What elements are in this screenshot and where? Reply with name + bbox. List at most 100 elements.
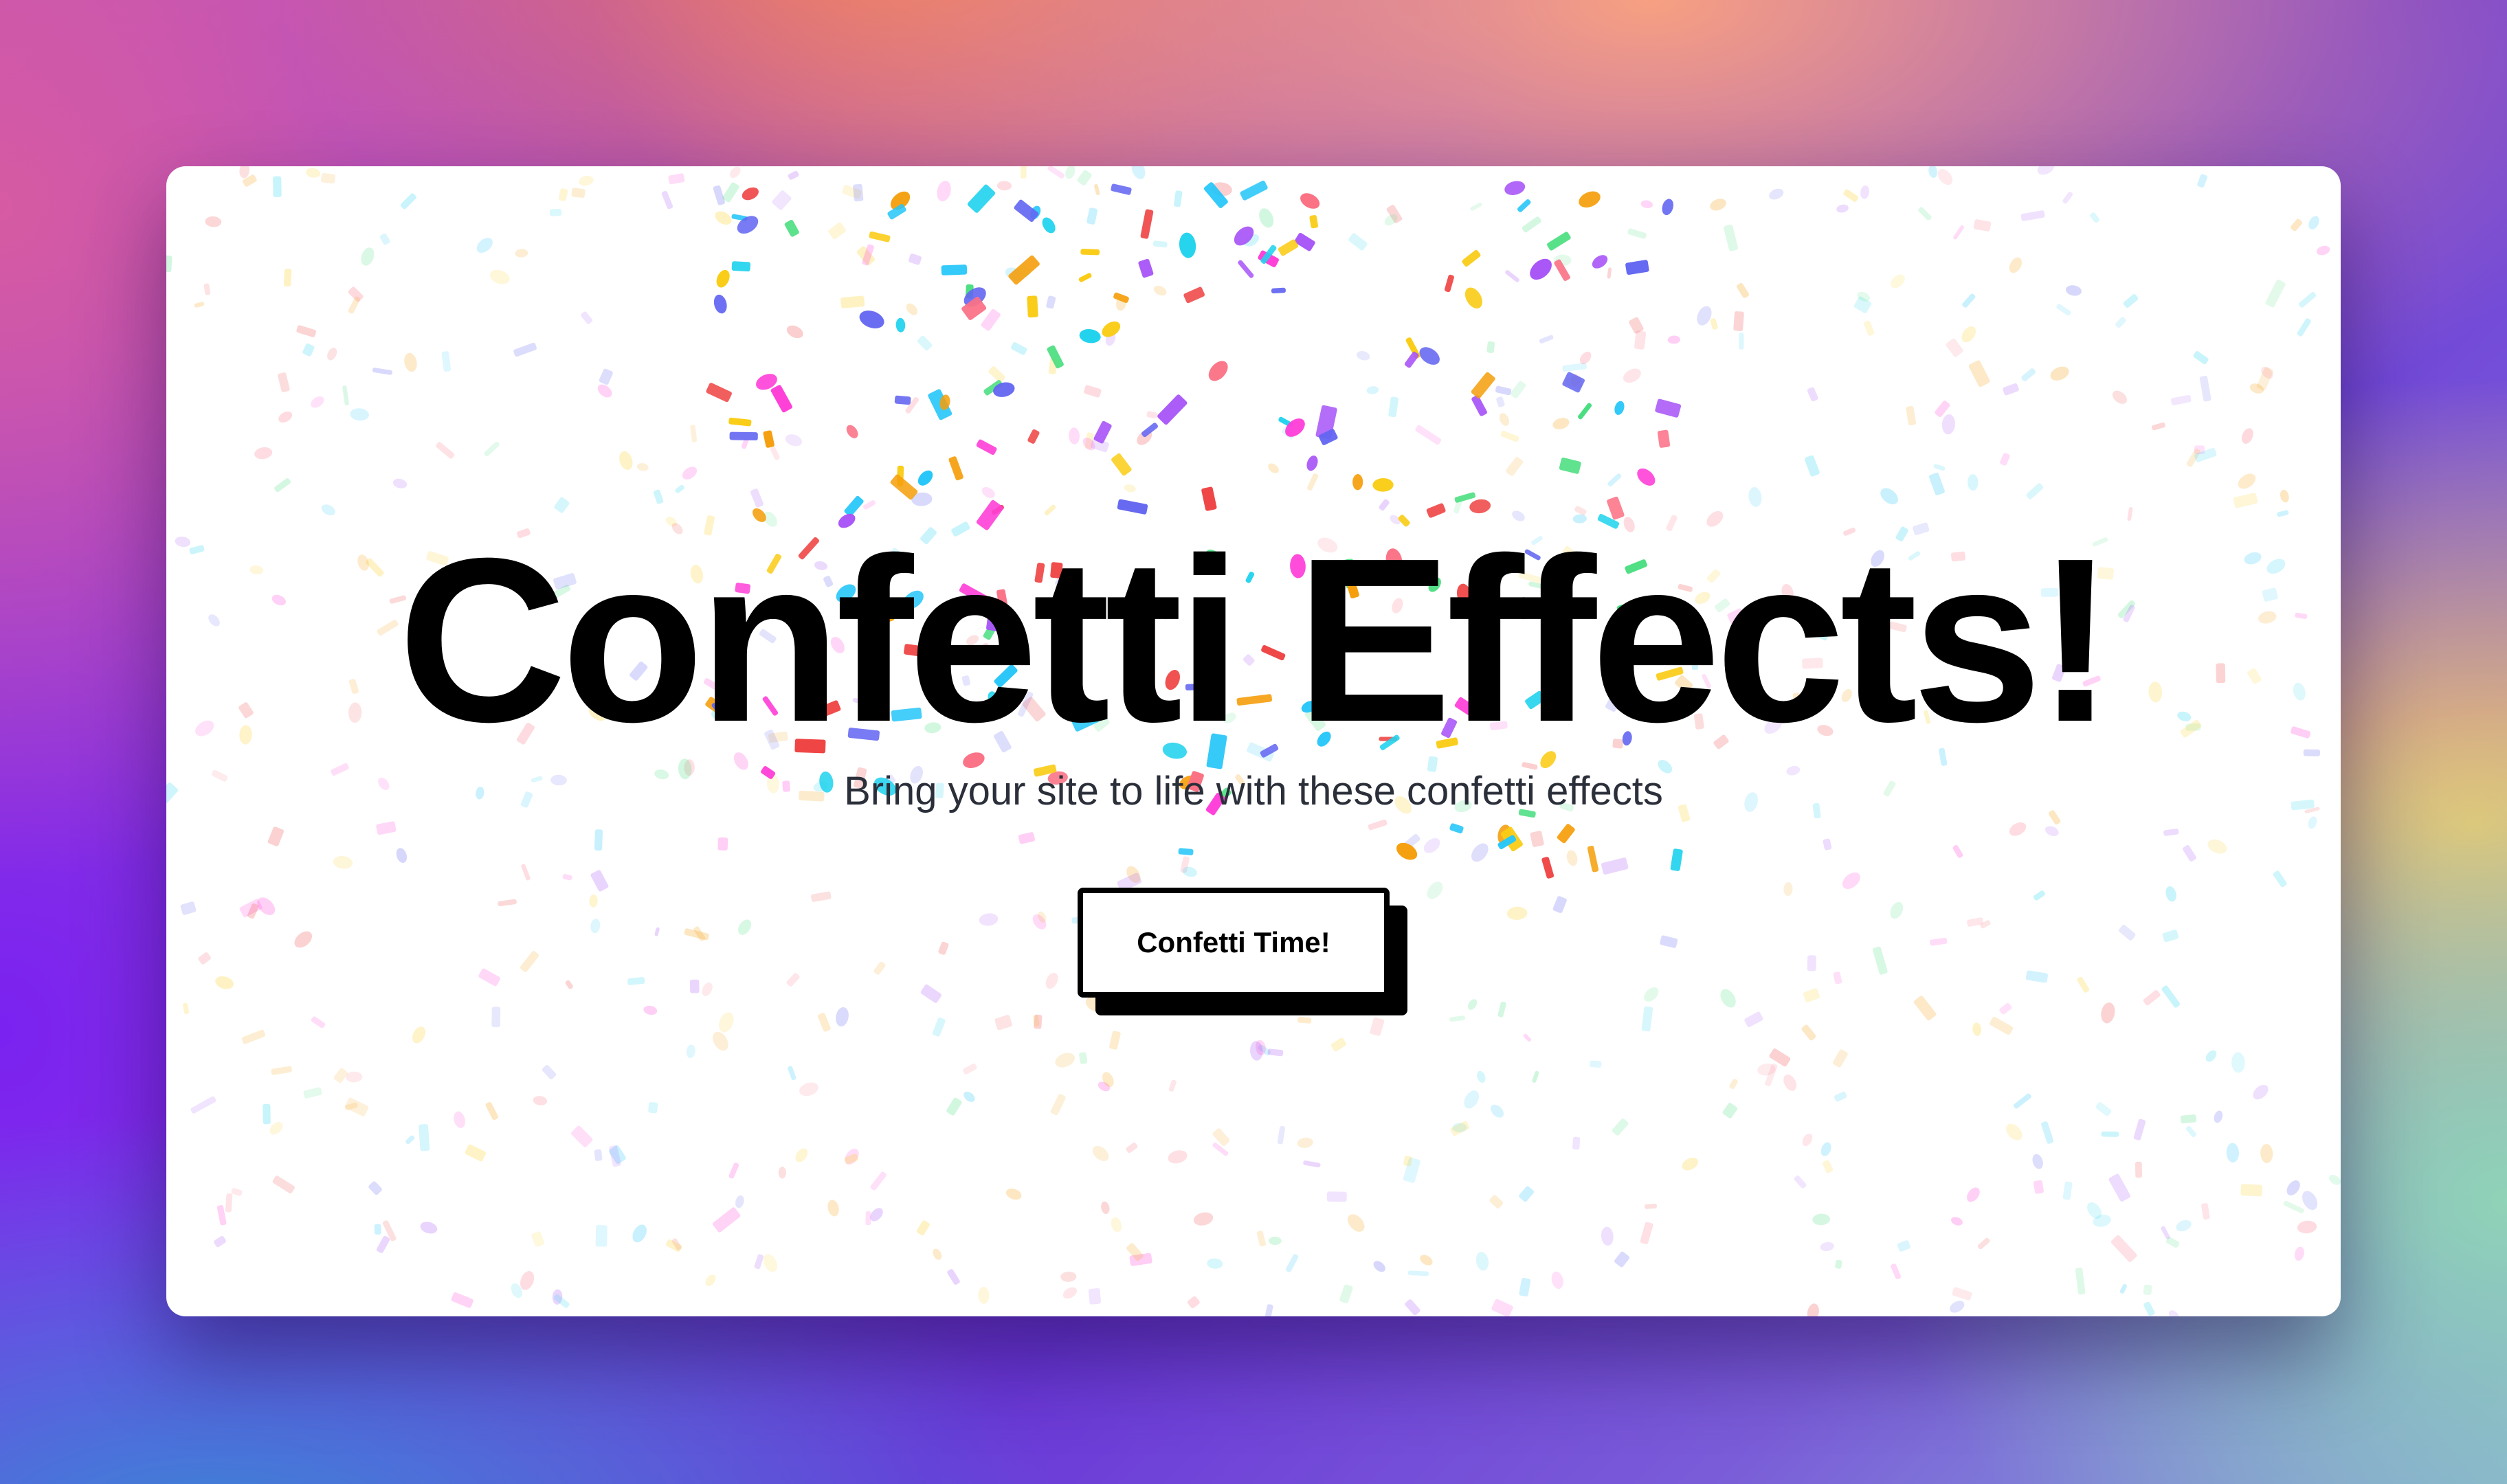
confetti-piece: [1835, 1259, 1842, 1269]
confetti-piece: [1541, 857, 1555, 879]
confetti-piece: [590, 870, 609, 892]
confetti-time-button[interactable]: Confetti Time!: [1078, 888, 1390, 998]
confetti-piece: [216, 1205, 227, 1226]
confetti-piece: [933, 1248, 942, 1260]
confetti-piece: [2291, 218, 2303, 232]
confetti-piece: [1449, 1015, 1465, 1022]
confetti-piece: [786, 973, 800, 987]
confetti-piece: [1890, 901, 1904, 919]
confetti-piece: [1088, 1288, 1101, 1305]
confetti-piece: [811, 891, 832, 902]
confetti-piece: [1523, 1033, 1532, 1042]
confetti-piece: [1078, 273, 1092, 282]
confetti-piece: [1801, 1024, 1816, 1041]
confetti-piece: [1153, 285, 1167, 296]
confetti-piece: [2201, 1203, 2210, 1220]
confetti-piece: [396, 848, 408, 863]
confetti-piece: [636, 463, 649, 471]
confetti-piece: [2265, 279, 2286, 308]
confetti-piece: [2162, 930, 2179, 943]
confetti-piece: [595, 1225, 608, 1247]
confetti-piece: [379, 233, 390, 245]
confetti-piece: [1897, 1240, 1910, 1252]
confetti-piece: [1267, 1048, 1284, 1057]
confetti-piece: [1269, 1237, 1282, 1246]
confetti-piece: [1807, 1303, 1819, 1316]
confetti-piece: [1094, 183, 1100, 196]
confetti-piece: [350, 408, 369, 421]
confetti-piece: [706, 383, 732, 403]
confetti-piece: [311, 396, 324, 408]
confetti-piece: [1946, 338, 1963, 357]
confetti-piece: [376, 1235, 390, 1253]
confetti-piece: [715, 211, 732, 225]
confetti-piece: [303, 1087, 322, 1099]
confetti-piece: [1423, 837, 1440, 853]
confetti-piece: [419, 1124, 430, 1151]
confetti-piece: [2199, 375, 2211, 402]
confetti-piece: [778, 1167, 786, 1179]
confetti-piece: [1836, 204, 1849, 213]
confetti-piece: [643, 1005, 658, 1015]
confetti-piece: [1968, 474, 1979, 491]
confetti-piece: [1372, 478, 1394, 492]
confetti-piece: [1950, 1217, 1963, 1226]
confetti-piece: [2119, 1284, 2127, 1294]
confetti-piece: [1496, 396, 1505, 407]
confetti-piece: [1079, 1052, 1088, 1064]
confetti-piece: [1614, 1251, 1630, 1268]
confetti-piece: [894, 395, 911, 405]
confetti-piece: [589, 895, 598, 908]
confetti-piece: [1179, 232, 1196, 258]
confetti-piece: [737, 919, 752, 935]
confetti-piece: [728, 417, 752, 427]
confetti-piece: [1670, 848, 1683, 871]
confetti-piece: [1495, 385, 1512, 396]
confetti-piece: [1415, 425, 1442, 445]
confetti-piece: [2170, 394, 2192, 405]
confetti-piece: [1486, 341, 1495, 353]
confetti-piece: [1506, 906, 1528, 920]
confetti-piece: [788, 170, 799, 180]
confetti-piece: [1833, 971, 1842, 985]
confetti-piece: [2112, 390, 2127, 404]
confetti-piece: [1101, 1201, 1110, 1214]
confetti-piece: [1491, 1298, 1513, 1316]
confetti-piece: [2044, 826, 2059, 837]
confetti-piece: [1972, 1022, 1981, 1036]
confetti-piece: [1906, 405, 1917, 426]
confetti-piece: [1519, 1186, 1535, 1202]
confetti-piece: [1420, 1255, 1433, 1266]
confetti-piece: [2193, 351, 2209, 365]
confetti-piece: [690, 425, 698, 442]
confetti-piece: [2151, 422, 2165, 431]
confetti-piece: [1918, 207, 1932, 221]
confetti-piece: [1601, 1226, 1614, 1246]
confetti-piece: [1999, 1002, 2012, 1015]
confetti-piece: [294, 931, 313, 948]
confetti-piece: [1300, 193, 1320, 209]
confetti-piece: [1710, 199, 1726, 211]
confetti-piece: [917, 470, 933, 486]
confetti-piece: [2041, 1121, 2054, 1144]
confetti-piece: [571, 188, 586, 199]
confetti-piece: [2161, 985, 2181, 1008]
confetti-piece: [1309, 215, 1319, 229]
confetti-piece: [2143, 990, 2161, 1006]
confetti-piece: [311, 1016, 326, 1028]
confetti-piece: [225, 1193, 233, 1213]
confetti-piece: [2135, 1161, 2143, 1178]
confetti-piece: [1644, 987, 1659, 1002]
confetti-piece: [1562, 372, 1585, 393]
confetti-piece: [531, 1231, 545, 1247]
confetti-piece: [1131, 166, 1146, 179]
confetti-piece: [938, 941, 949, 955]
confetti-piece: [345, 1097, 369, 1116]
confetti-piece: [1640, 200, 1653, 209]
confetti-piece: [648, 1102, 658, 1114]
confetti-piece: [817, 1013, 831, 1032]
confetti-piece: [1952, 844, 1963, 858]
confetti-piece: [1530, 831, 1544, 847]
confetti-piece: [1330, 1037, 1346, 1052]
confetti-piece: [1729, 1079, 1738, 1090]
